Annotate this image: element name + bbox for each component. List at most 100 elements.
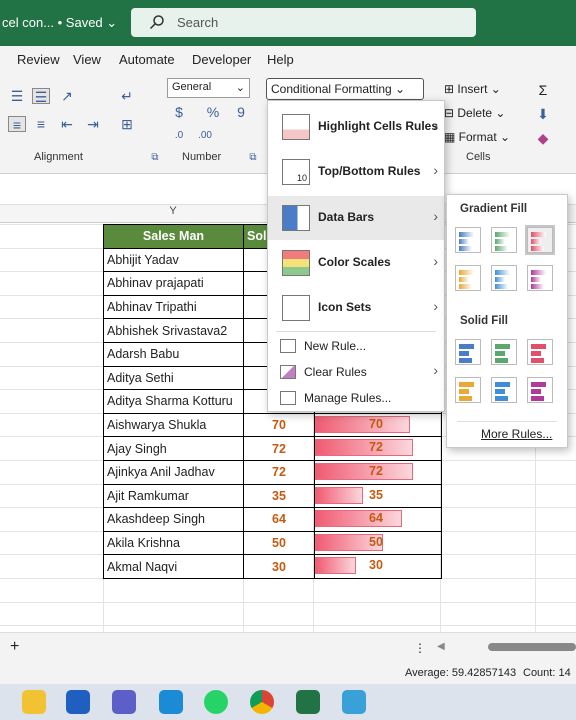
- decrease-decimal-icon[interactable]: .00: [196, 128, 214, 144]
- cell-sales-man[interactable]: Abhishek Srivastava2: [103, 318, 244, 343]
- search-input[interactable]: Search: [131, 8, 476, 37]
- align-middle-icon[interactable]: ☰: [32, 88, 50, 105]
- number-format-select[interactable]: General ⌄: [167, 78, 250, 98]
- align-left-icon[interactable]: ≡: [8, 116, 26, 133]
- cell-sol[interactable]: 35: [243, 483, 315, 509]
- cell-sol[interactable]: 72: [243, 459, 315, 485]
- decrease-indent-icon[interactable]: ⇤: [58, 116, 76, 132]
- data-bar-style-option[interactable]: [455, 377, 481, 403]
- cell-sales-man[interactable]: Adarsh Babu: [103, 341, 244, 367]
- tab-view[interactable]: View: [73, 52, 101, 67]
- data-bar-style-option[interactable]: [455, 227, 481, 253]
- tab-review[interactable]: Review: [17, 52, 60, 67]
- taskbar: [0, 684, 576, 720]
- menu-manage-rules[interactable]: Manage Rules...: [268, 385, 444, 411]
- menu-highlight-cells-rules[interactable]: Highlight Cells Rules ›: [268, 105, 444, 149]
- menu-icon-sets[interactable]: Icon Sets ›: [268, 286, 444, 330]
- data-bar-label: 30: [369, 558, 383, 573]
- delete-button[interactable]: ⊟ Delete ⌄: [444, 106, 505, 120]
- data-bar-style-option[interactable]: [455, 265, 481, 291]
- currency-icon[interactable]: $: [170, 104, 188, 120]
- cell-sales-man[interactable]: Abhinav prajapati: [103, 271, 244, 296]
- cell-sales-man[interactable]: Akmal Naqvi: [103, 554, 244, 579]
- data-bar-style-option[interactable]: [455, 339, 481, 365]
- cell-sales-man[interactable]: Abhijit Yadav: [103, 247, 244, 273]
- tab-automate[interactable]: Automate: [119, 52, 175, 67]
- data-bar-style-option[interactable]: [491, 227, 517, 253]
- cell-sales-man[interactable]: Ajay Singh: [103, 436, 244, 461]
- merge-center-icon[interactable]: ⊞: [118, 116, 136, 132]
- cell-sales-man[interactable]: Ajinkya Anil Jadhav: [103, 459, 244, 485]
- cell-sol[interactable]: 30: [243, 554, 315, 579]
- cell-sales-man[interactable]: Akila Krishna: [103, 530, 244, 556]
- column-header-prev[interactable]: [0, 205, 103, 223]
- conditional-formatting-button[interactable]: Conditional Formatting ⌄: [266, 78, 424, 100]
- horizontal-scrollbar[interactable]: [488, 643, 576, 651]
- menu-new-rule[interactable]: New Rule...: [268, 333, 444, 359]
- menu-color-scales[interactable]: Color Scales ›: [268, 241, 444, 285]
- data-bar-style-option[interactable]: [527, 377, 553, 403]
- data-bar-style-option[interactable]: [491, 377, 517, 403]
- add-sheet-icon[interactable]: +: [10, 638, 19, 656]
- number-launcher-icon[interactable]: ⧉: [244, 150, 262, 166]
- chrome-icon[interactable]: [250, 690, 274, 714]
- group-label-alignment: Alignment: [34, 151, 83, 163]
- increase-decimal-icon[interactable]: .0: [170, 128, 188, 144]
- format-button[interactable]: ▦ Format ⌄: [444, 130, 510, 144]
- whatsapp-icon[interactable]: [204, 690, 228, 714]
- menu-top-bottom-rules[interactable]: 10 Top/Bottom Rules ›: [268, 150, 444, 194]
- cell-sales-man[interactable]: Aditya Sharma Kotturu: [103, 389, 244, 414]
- screen-recorder-icon[interactable]: [342, 690, 366, 714]
- workbook-title[interactable]: cel con... • Saved ⌄: [2, 15, 117, 31]
- fill-icon[interactable]: ⬇: [534, 106, 552, 122]
- cell-sales-man[interactable]: Ajit Ramkumar: [103, 483, 244, 509]
- excel-icon[interactable]: [296, 690, 320, 714]
- insert-button[interactable]: ⊞ Insert ⌄: [444, 82, 501, 96]
- percent-icon[interactable]: %: [204, 104, 222, 120]
- cell-sales-man[interactable]: Aditya Sethi: [103, 365, 244, 391]
- more-rules-link[interactable]: More Rules...: [481, 427, 552, 441]
- cell-sol[interactable]: 50: [243, 530, 315, 556]
- cf-button-label: Conditional Formatting ⌄: [271, 82, 406, 96]
- tab-help[interactable]: Help: [267, 52, 294, 67]
- clear-icon[interactable]: ◆: [534, 130, 552, 146]
- alignment-launcher-icon[interactable]: ⧉: [146, 150, 164, 166]
- cell-sol[interactable]: 72: [243, 436, 315, 461]
- data-bar-style-option[interactable]: [527, 265, 553, 291]
- data-bar-style-option[interactable]: [527, 339, 553, 365]
- chevron-right-icon: ›: [433, 253, 438, 269]
- align-top-icon[interactable]: ☰: [8, 88, 26, 104]
- manage-rules-icon: [280, 391, 296, 405]
- more-options-icon[interactable]: ⋮: [414, 641, 426, 655]
- ribbon-tabs: Review View Automate Developer Help: [0, 46, 576, 74]
- file-explorer-icon[interactable]: [22, 690, 46, 714]
- cell-sales-man[interactable]: Akashdeep Singh: [103, 507, 244, 532]
- tab-developer[interactable]: Developer: [192, 52, 251, 67]
- align-center-icon[interactable]: ≡: [32, 116, 50, 132]
- cell-sales-man[interactable]: Aishwarya Shukla: [103, 412, 244, 438]
- table-row: Akmal Naqvi 30: [103, 554, 442, 579]
- data-bar: [315, 510, 403, 528]
- outlook-icon[interactable]: [159, 690, 183, 714]
- cell-sol[interactable]: 64: [243, 507, 315, 532]
- data-bars-icon: [282, 205, 310, 231]
- column-header-y[interactable]: Y: [103, 205, 243, 223]
- cell-sol[interactable]: 70: [243, 412, 315, 438]
- data-bar-style-option[interactable]: [491, 265, 517, 291]
- menu-data-bars[interactable]: Data Bars ›: [268, 196, 444, 240]
- teams-icon[interactable]: [112, 690, 136, 714]
- data-bar-style-option[interactable]: [491, 339, 517, 365]
- increase-indent-icon[interactable]: ⇥: [84, 116, 102, 132]
- autosum-icon[interactable]: Σ: [534, 82, 552, 98]
- data-bar-style-option[interactable]: [525, 225, 555, 255]
- cell-sales-man[interactable]: Abhinav Tripathi: [103, 294, 244, 320]
- status-average: Average: 59.42857143: [405, 667, 517, 679]
- store-icon[interactable]: [66, 690, 90, 714]
- data-bar-label: 72: [369, 440, 383, 455]
- menu-clear-rules[interactable]: Clear Rules ›: [268, 359, 444, 385]
- header-sales-man[interactable]: Sales Man: [103, 224, 244, 249]
- comma-style-icon[interactable]: 9: [232, 104, 250, 120]
- orientation-icon[interactable]: ↗: [58, 88, 76, 104]
- scroll-left-icon[interactable]: ◀: [437, 641, 445, 652]
- wrap-text-icon[interactable]: ↵: [118, 88, 136, 104]
